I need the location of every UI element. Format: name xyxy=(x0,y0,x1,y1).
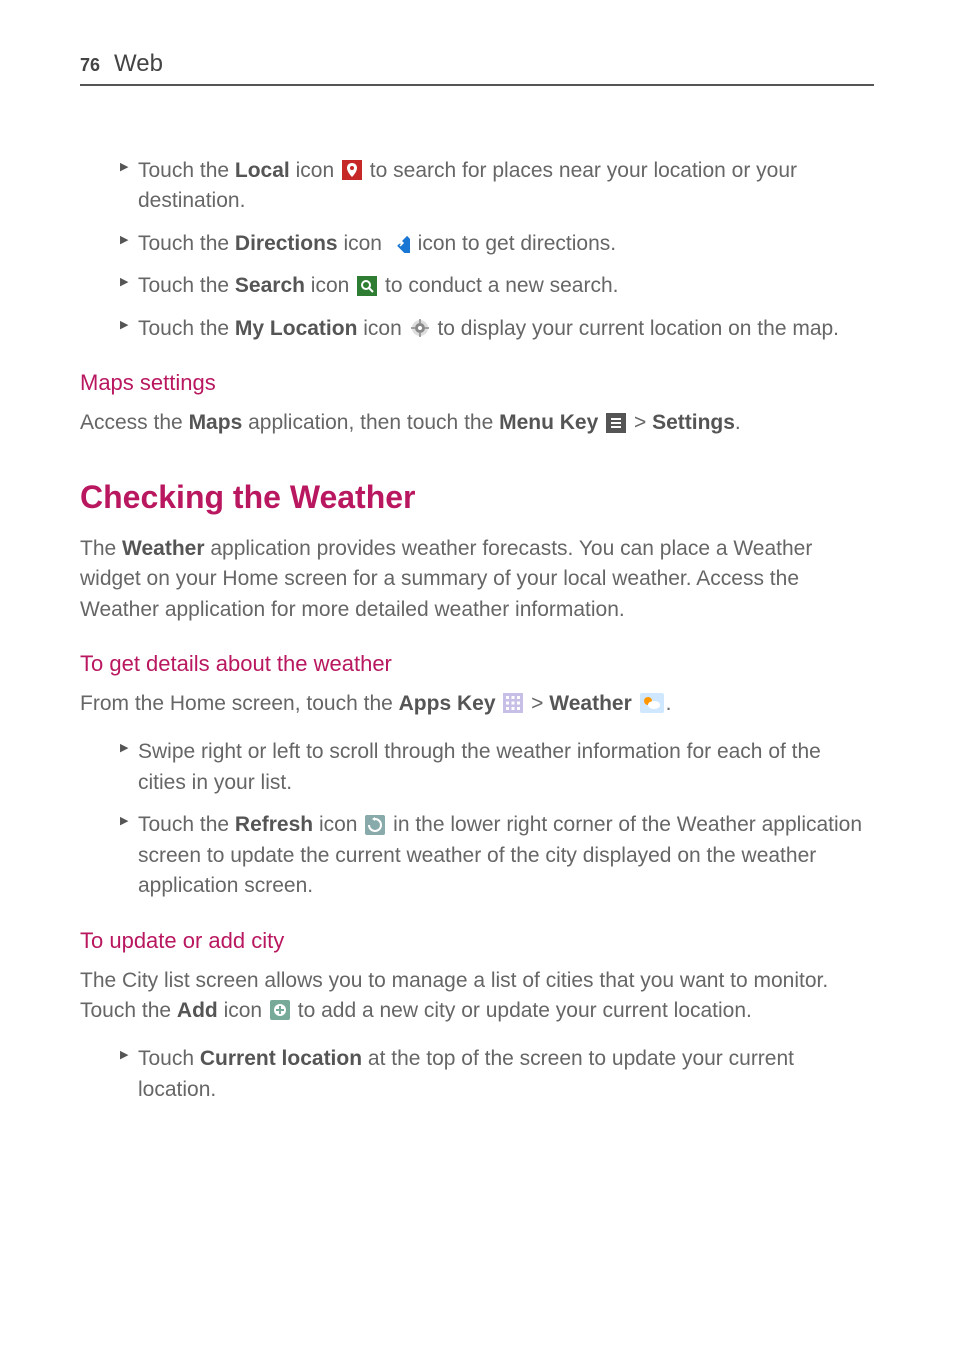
list-item: Touch the My Location icon to display yo… xyxy=(120,314,874,344)
menu-key-icon xyxy=(606,413,626,433)
bold-label: Maps xyxy=(189,411,243,434)
update-city-list: Touch Current location at the top of the… xyxy=(80,1044,874,1105)
text-pre: Touch the xyxy=(138,232,235,255)
text-segment: > xyxy=(628,411,652,434)
list-item: Swipe right or left to scroll through th… xyxy=(120,737,874,798)
search-icon xyxy=(357,276,377,296)
bold-label: Add xyxy=(177,999,218,1022)
text-segment xyxy=(598,411,604,434)
bold-label: Search xyxy=(235,274,305,297)
maps-settings-text: Access the Maps application, then touch … xyxy=(80,408,874,438)
list-item: Touch Current location at the top of the… xyxy=(120,1044,874,1105)
bold-label: Current location xyxy=(200,1047,362,1070)
bold-label: Settings xyxy=(652,411,735,434)
update-city-text: The City list screen allows you to manag… xyxy=(80,966,874,1027)
text-mid: icon xyxy=(338,232,388,255)
bold-label: Apps Key xyxy=(399,692,496,715)
text-pre: Touch the xyxy=(138,274,235,297)
bold-label: Directions xyxy=(235,232,338,255)
text-segment: From the Home screen, touch the xyxy=(80,692,399,715)
page-header: 76 Web xyxy=(80,50,874,86)
page-number: 76 xyxy=(80,55,100,76)
bold-label: Refresh xyxy=(235,813,313,836)
text-post: to conduct a new search. xyxy=(379,274,618,297)
my-location-icon xyxy=(410,318,430,338)
text-segment: icon xyxy=(218,999,268,1022)
refresh-icon xyxy=(365,815,385,835)
text-pre: Touch xyxy=(138,1047,200,1070)
list-item: Touch the Local icon to search for place… xyxy=(120,156,874,217)
text-segment xyxy=(632,692,638,715)
weather-details-heading: To get details about the weather xyxy=(80,651,874,677)
text-segment: The xyxy=(80,537,122,560)
text-mid: icon xyxy=(357,317,407,340)
list-item: Touch the Search icon to conduct a new s… xyxy=(120,271,874,301)
text-segment: Access the xyxy=(80,411,189,434)
local-icon xyxy=(342,160,362,180)
weather-intro: The Weather application provides weather… xyxy=(80,534,874,625)
text-segment: . xyxy=(735,411,741,434)
text-pre: Touch the xyxy=(138,317,235,340)
list-item: Touch the Directions icon icon to get di… xyxy=(120,229,874,259)
bold-label: Weather xyxy=(122,537,204,560)
text-mid: icon xyxy=(290,159,340,182)
text-post: icon to get directions. xyxy=(412,232,616,255)
bold-label: My Location xyxy=(235,317,358,340)
text-pre: Touch the xyxy=(138,813,235,836)
text-segment xyxy=(496,692,502,715)
add-icon xyxy=(270,1000,290,1020)
bold-label: Weather xyxy=(549,692,631,715)
maps-actions-list: Touch the Local icon to search for place… xyxy=(80,156,874,344)
text-segment: . xyxy=(666,692,672,715)
text-mid: icon xyxy=(305,274,355,297)
maps-settings-heading: Maps settings xyxy=(80,370,874,396)
list-item: Touch the Refresh icon in the lower righ… xyxy=(120,810,874,901)
text-segment: to add a new city or update your current… xyxy=(292,999,752,1022)
text-post: to display your current location on the … xyxy=(432,317,839,340)
update-city-heading: To update or add city xyxy=(80,928,874,954)
text-pre: Touch the xyxy=(138,159,235,182)
weather-icon xyxy=(640,693,664,713)
text-segment: application, then touch the xyxy=(242,411,499,434)
bold-label: Local xyxy=(235,159,290,182)
bold-label: Menu Key xyxy=(499,411,598,434)
apps-key-icon xyxy=(503,693,523,713)
checking-weather-heading: Checking the Weather xyxy=(80,479,874,516)
weather-details-line: From the Home screen, touch the Apps Key… xyxy=(80,689,874,719)
text-segment: > xyxy=(525,692,549,715)
directions-icon xyxy=(390,233,410,253)
weather-details-list: Swipe right or left to scroll through th… xyxy=(80,737,874,901)
text-full: Swipe right or left to scroll through th… xyxy=(138,740,821,793)
text-mid: icon xyxy=(313,813,363,836)
page-content: 76 Web Touch the Local icon to search fo… xyxy=(0,0,954,1189)
page-title: Web xyxy=(114,50,163,78)
